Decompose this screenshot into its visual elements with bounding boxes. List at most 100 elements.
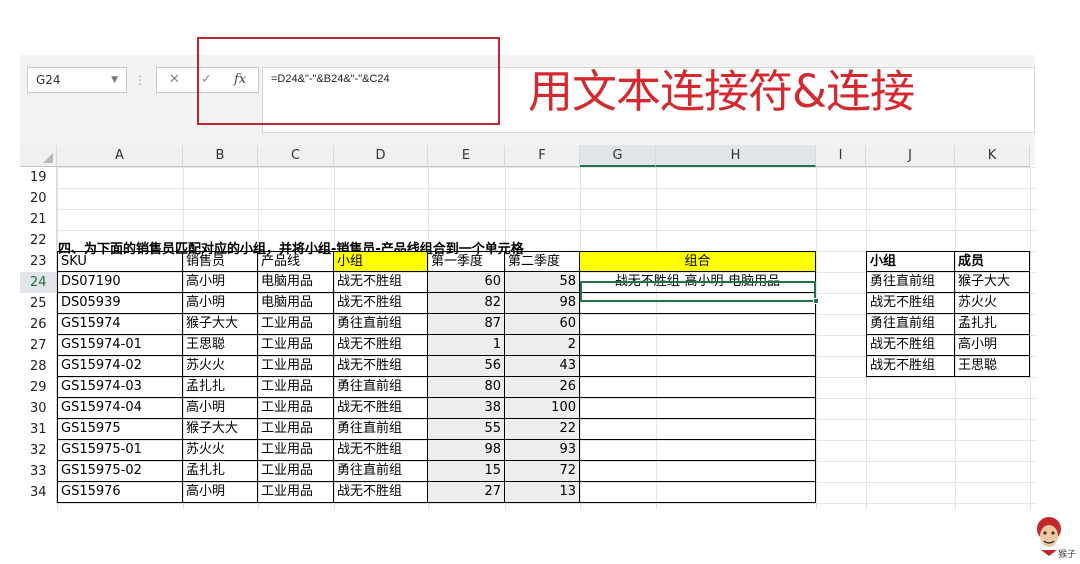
lookup-cell[interactable]: 勇往直前组 bbox=[866, 314, 955, 335]
chevron-down-icon[interactable]: ▼ bbox=[111, 68, 118, 92]
table-cell[interactable]: GS15974 bbox=[57, 314, 183, 335]
table-cell[interactable]: 38 bbox=[428, 398, 505, 419]
select-all-corner[interactable] bbox=[20, 145, 57, 167]
column-header-c[interactable]: C bbox=[258, 145, 334, 167]
table-header-cell[interactable]: 产品线 bbox=[258, 251, 334, 272]
table-cell[interactable]: GS15976 bbox=[57, 482, 183, 503]
table-cell[interactable]: 工业用品 bbox=[258, 461, 334, 482]
table-header-cell[interactable]: 第一季度 bbox=[428, 251, 505, 272]
row-header-34[interactable]: 34 bbox=[20, 482, 57, 503]
column-header-a[interactable]: A bbox=[57, 145, 183, 167]
lookup-cell[interactable]: 苏火火 bbox=[955, 293, 1030, 314]
table-cell[interactable]: 战无不胜组 bbox=[334, 440, 428, 461]
column-header-f[interactable]: F bbox=[505, 145, 580, 167]
table-cell[interactable]: 苏火火 bbox=[183, 356, 258, 377]
table-header-cell[interactable]: 销售员 bbox=[183, 251, 258, 272]
table-cell[interactable]: 高小明 bbox=[183, 398, 258, 419]
row-header-25[interactable]: 25 bbox=[20, 293, 57, 314]
table-cell[interactable]: 勇往直前组 bbox=[334, 461, 428, 482]
column-header-e[interactable]: E bbox=[428, 145, 505, 167]
column-header-i[interactable]: I bbox=[816, 145, 866, 167]
table-cell[interactable]: 43 bbox=[505, 356, 580, 377]
table-cell[interactable]: 高小明 bbox=[183, 272, 258, 293]
table-header-cell[interactable]: 第二季度 bbox=[505, 251, 580, 272]
lookup-cell[interactable]: 孟扎扎 bbox=[955, 314, 1030, 335]
table-cell[interactable]: 电脑用品 bbox=[258, 293, 334, 314]
table-cell[interactable]: 98 bbox=[505, 293, 580, 314]
table-cell[interactable]: 60 bbox=[428, 272, 505, 293]
table-cell[interactable]: GS15975-01 bbox=[57, 440, 183, 461]
row-header-23[interactable]: 23 bbox=[20, 251, 57, 272]
table-cell[interactable]: DS05939 bbox=[57, 293, 183, 314]
table-cell[interactable]: 战无不胜组 bbox=[334, 293, 428, 314]
row-header-27[interactable]: 27 bbox=[20, 335, 57, 356]
table-cell[interactable]: 猴子大大 bbox=[183, 314, 258, 335]
lookup-cell[interactable]: 高小明 bbox=[955, 335, 1030, 356]
row-header-20[interactable]: 20 bbox=[20, 188, 57, 209]
table-cell[interactable]: 工业用品 bbox=[258, 419, 334, 440]
row-header-29[interactable]: 29 bbox=[20, 377, 57, 398]
lookup-cell[interactable]: 战无不胜组 bbox=[866, 356, 955, 377]
table-header-cell[interactable]: 小组 bbox=[334, 251, 428, 272]
table-cell[interactable]: GS15975-02 bbox=[57, 461, 183, 482]
table-cell[interactable]: 55 bbox=[428, 419, 505, 440]
table-cell[interactable]: 26 bbox=[505, 377, 580, 398]
fill-handle[interactable] bbox=[813, 298, 819, 304]
table-cell[interactable]: 战无不胜组 bbox=[334, 272, 428, 293]
table-cell[interactable]: 勇往直前组 bbox=[334, 377, 428, 398]
name-box[interactable]: G24 ▼ bbox=[27, 67, 127, 93]
table-header-cell[interactable]: 组合 bbox=[580, 251, 816, 272]
table-cell[interactable]: 孟扎扎 bbox=[183, 461, 258, 482]
lookup-cell[interactable]: 勇往直前组 bbox=[866, 272, 955, 293]
table-cell[interactable]: 98 bbox=[428, 440, 505, 461]
table-cell[interactable]: 80 bbox=[428, 377, 505, 398]
row-header-32[interactable]: 32 bbox=[20, 440, 57, 461]
table-cell[interactable]: 战无不胜组 bbox=[334, 335, 428, 356]
column-header-d[interactable]: D bbox=[334, 145, 428, 167]
table-cell[interactable]: 工业用品 bbox=[258, 356, 334, 377]
row-header-33[interactable]: 33 bbox=[20, 461, 57, 482]
table-cell[interactable]: 高小明 bbox=[183, 293, 258, 314]
table-cell[interactable]: 13 bbox=[505, 482, 580, 503]
row-header-22[interactable]: 22 bbox=[20, 230, 57, 251]
column-header-b[interactable]: B bbox=[183, 145, 258, 167]
table-cell[interactable] bbox=[580, 398, 816, 419]
table-cell[interactable]: 2 bbox=[505, 335, 580, 356]
table-cell[interactable] bbox=[580, 335, 816, 356]
row-header-24[interactable]: 24 bbox=[20, 272, 57, 293]
cancel-icon[interactable]: ✕ bbox=[169, 68, 180, 92]
table-cell[interactable]: 56 bbox=[428, 356, 505, 377]
table-cell[interactable]: DS07190 bbox=[57, 272, 183, 293]
selected-cell-g24[interactable] bbox=[580, 281, 816, 302]
table-cell[interactable]: GS15974-04 bbox=[57, 398, 183, 419]
table-cell[interactable]: 猴子大大 bbox=[183, 419, 258, 440]
table-cell[interactable] bbox=[580, 440, 816, 461]
table-cell[interactable]: 15 bbox=[428, 461, 505, 482]
lookup-header-cell[interactable]: 小组 bbox=[866, 251, 955, 272]
table-cell[interactable]: GS15974-03 bbox=[57, 377, 183, 398]
column-header-k[interactable]: K bbox=[955, 145, 1030, 167]
table-cell[interactable]: 72 bbox=[505, 461, 580, 482]
table-cell[interactable] bbox=[580, 356, 816, 377]
table-cell[interactable] bbox=[580, 419, 816, 440]
table-header-cell[interactable]: SKU bbox=[57, 251, 183, 272]
table-cell[interactable]: GS15975 bbox=[57, 419, 183, 440]
table-cell[interactable]: 高小明 bbox=[183, 482, 258, 503]
table-cell[interactable] bbox=[580, 482, 816, 503]
table-cell[interactable] bbox=[580, 377, 816, 398]
table-cell[interactable]: 工业用品 bbox=[258, 398, 334, 419]
table-cell[interactable]: 战无不胜组 bbox=[334, 482, 428, 503]
table-cell[interactable]: 1 bbox=[428, 335, 505, 356]
table-cell[interactable]: 工业用品 bbox=[258, 335, 334, 356]
row-header-19[interactable]: 19 bbox=[20, 167, 57, 188]
table-cell[interactable]: 战无不胜组 bbox=[334, 398, 428, 419]
lookup-cell[interactable]: 猴子大大 bbox=[955, 272, 1030, 293]
table-cell[interactable]: 22 bbox=[505, 419, 580, 440]
table-cell[interactable]: 60 bbox=[505, 314, 580, 335]
table-cell[interactable]: 勇往直前组 bbox=[334, 314, 428, 335]
table-cell[interactable]: 王思聪 bbox=[183, 335, 258, 356]
table-cell[interactable]: 勇往直前组 bbox=[334, 419, 428, 440]
row-header-30[interactable]: 30 bbox=[20, 398, 57, 419]
table-cell[interactable]: 58 bbox=[505, 272, 580, 293]
row-header-31[interactable]: 31 bbox=[20, 419, 57, 440]
